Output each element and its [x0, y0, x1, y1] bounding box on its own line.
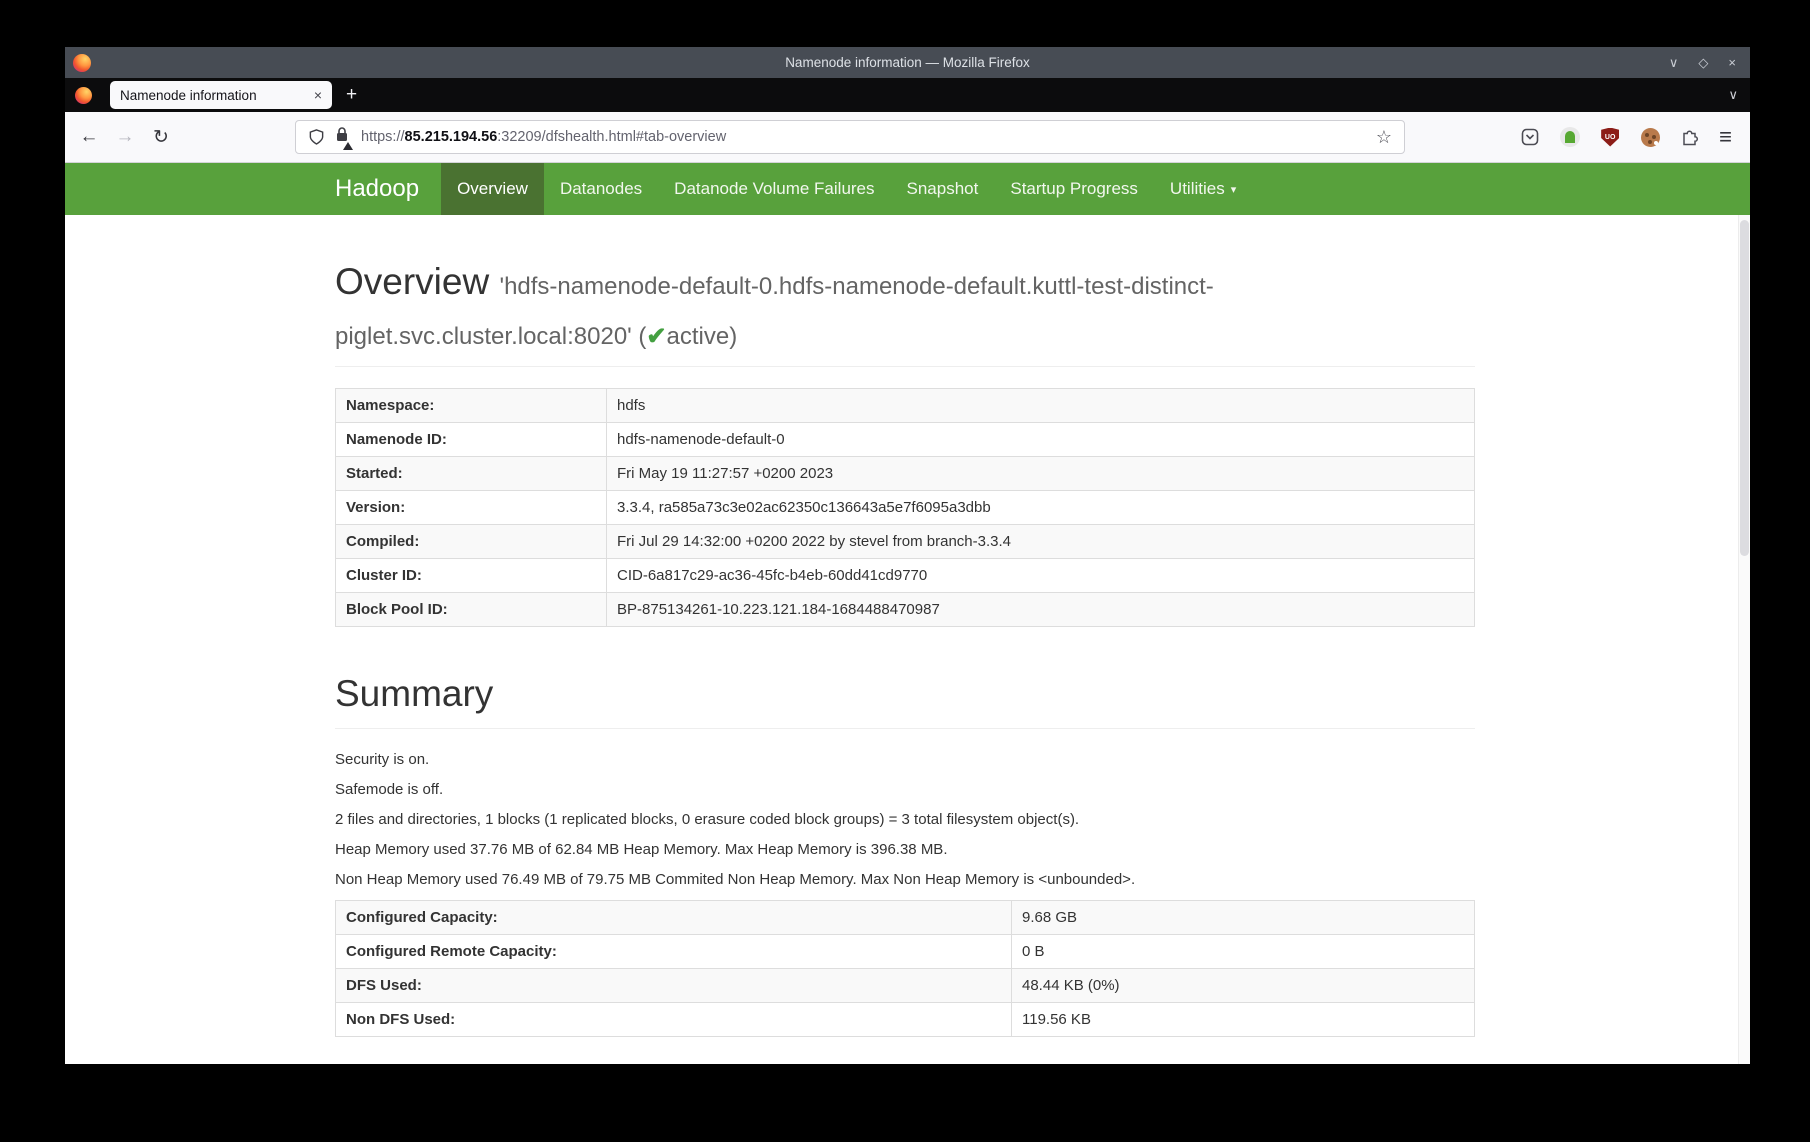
cluster-info-table: Namespace:hdfs Namenode ID:hdfs-namenode…	[335, 388, 1475, 627]
capacity-table: Configured Capacity:9.68 GB Configured R…	[335, 900, 1475, 1037]
row-value: hdfs-namenode-default-0	[607, 422, 1475, 456]
row-label: Started:	[336, 456, 607, 490]
summary-heap-line: Heap Memory used 37.76 MB of 62.84 MB He…	[335, 840, 1475, 860]
nav-tab-snapshot[interactable]: Snapshot	[891, 163, 995, 215]
tab-close-icon[interactable]: ×	[314, 87, 322, 103]
url-host: 85.215.194.56	[405, 129, 498, 145]
page-title-summary: Summary	[335, 669, 1475, 719]
active-check-icon: ✔	[646, 323, 666, 350]
row-label: Namespace:	[336, 388, 607, 422]
row-label: DFS Used:	[336, 968, 1012, 1002]
page-scrollbar[interactable]	[1738, 215, 1750, 1064]
nav-tab-datanode-volume-failures[interactable]: Datanode Volume Failures	[658, 163, 890, 215]
summary-header: Summary	[335, 669, 1475, 729]
overview-title-text: Overview	[335, 261, 489, 302]
tab-title: Namenode information	[120, 88, 257, 103]
row-value: 119.56 KB	[1012, 1002, 1475, 1036]
table-row: Namenode ID:hdfs-namenode-default-0	[336, 422, 1475, 456]
nav-tab-datanodes[interactable]: Datanodes	[544, 163, 658, 215]
cookie-extension-icon[interactable]	[1639, 126, 1661, 148]
table-row: Compiled:Fri Jul 29 14:32:00 +0200 2022 …	[336, 524, 1475, 558]
status-badge: active	[667, 323, 730, 350]
page-content: Overview 'hdfs-namenode-default-0.hdfs-n…	[65, 215, 1750, 1064]
summary-security-line: Security is on.	[335, 750, 1475, 770]
url-text: https://85.215.194.56:32209/dfshealth.ht…	[361, 129, 726, 145]
nav-tab-startup-progress[interactable]: Startup Progress	[994, 163, 1154, 215]
table-row: Namespace:hdfs	[336, 388, 1475, 422]
scrollbar-thumb[interactable]	[1740, 220, 1749, 556]
firefox-view-button[interactable]	[71, 87, 95, 104]
row-value: 0 B	[1012, 934, 1475, 968]
new-tab-button[interactable]: +	[346, 84, 357, 106]
back-button[interactable]: ←	[73, 126, 105, 149]
row-value: Fri May 19 11:27:57 +0200 2023	[607, 456, 1475, 490]
window-titlebar: Namenode information — Mozilla Firefox ∨…	[65, 47, 1750, 78]
row-label: Configured Remote Capacity:	[336, 934, 1012, 968]
connection-lock-icon[interactable]	[335, 126, 349, 148]
window-minimize-button[interactable]: ∨	[1669, 55, 1679, 71]
row-value: 9.68 GB	[1012, 900, 1475, 934]
summary-files-line: 2 files and directories, 1 blocks (1 rep…	[335, 810, 1475, 830]
row-label: Non DFS Used:	[336, 1002, 1012, 1036]
chevron-down-icon: ▾	[1231, 183, 1237, 196]
navbar-brand-hadoop[interactable]: Hadoop	[335, 163, 441, 215]
summary-safemode-line: Safemode is off.	[335, 780, 1475, 800]
lock-warning-icon	[343, 142, 353, 150]
table-row: Block Pool ID:BP-875134261-10.223.121.18…	[336, 592, 1475, 626]
bookmark-star-icon[interactable]: ☆	[1376, 127, 1392, 148]
row-label: Configured Capacity:	[336, 900, 1012, 934]
table-row: Version:3.3.4, ra585a73c3e02ac62350c1366…	[336, 490, 1475, 524]
tab-strip: Namenode information × + ∨	[65, 78, 1750, 112]
url-scheme: https://	[361, 129, 405, 145]
ghostery-extension-icon[interactable]	[1559, 126, 1581, 148]
list-all-tabs-button[interactable]: ∨	[1728, 87, 1738, 103]
firefox-view-icon	[75, 87, 92, 104]
forward-button: →	[109, 126, 141, 149]
row-label: Cluster ID:	[336, 558, 607, 592]
summary-nonheap-line: Non Heap Memory used 76.49 MB of 79.75 M…	[335, 870, 1475, 890]
reload-button[interactable]: ↻	[145, 126, 177, 149]
row-value: Fri Jul 29 14:32:00 +0200 2022 by stevel…	[607, 524, 1475, 558]
firefox-logo-icon	[73, 54, 91, 72]
nav-tab-overview[interactable]: Overview	[441, 163, 544, 215]
row-label: Version:	[336, 490, 607, 524]
page-title-overview: Overview 'hdfs-namenode-default-0.hdfs-n…	[335, 257, 1475, 357]
pocket-save-icon[interactable]	[1519, 126, 1541, 148]
menu-hamburger-icon[interactable]: ≡	[1719, 124, 1732, 150]
url-path: :32209/dfshealth.html#tab-overview	[497, 129, 726, 145]
window-close-button[interactable]: ×	[1728, 55, 1736, 70]
window-maximize-button[interactable]: ◇	[1698, 55, 1708, 71]
row-value: 48.44 KB (0%)	[1012, 968, 1475, 1002]
table-row: DFS Used:48.44 KB (0%)	[336, 968, 1475, 1002]
nav-tab-utilities-label: Utilities	[1170, 179, 1225, 199]
row-value: hdfs	[607, 388, 1475, 422]
tab-namenode-information[interactable]: Namenode information ×	[110, 81, 332, 109]
row-value: 3.3.4, ra585a73c3e02ac62350c136643a5e7f6…	[607, 490, 1475, 524]
table-row: Configured Remote Capacity:0 B	[336, 934, 1475, 968]
hadoop-navbar: Hadoop Overview Datanodes Datanode Volum…	[65, 163, 1750, 215]
row-label: Compiled:	[336, 524, 607, 558]
table-row: Configured Capacity:9.68 GB	[336, 900, 1475, 934]
row-value: CID-6a817c29-ac36-45fc-b4eb-60dd41cd9770	[607, 558, 1475, 592]
table-row: Started:Fri May 19 11:27:57 +0200 2023	[336, 456, 1475, 490]
tracking-protection-shield-icon[interactable]	[308, 128, 325, 146]
ublock-extension-icon[interactable]: UO	[1599, 126, 1621, 148]
overview-header: Overview 'hdfs-namenode-default-0.hdfs-n…	[335, 257, 1475, 367]
table-row: Non DFS Used:119.56 KB	[336, 1002, 1475, 1036]
row-label: Namenode ID:	[336, 422, 607, 456]
row-value: BP-875134261-10.223.121.184-168448847098…	[607, 592, 1475, 626]
table-row: Cluster ID:CID-6a817c29-ac36-45fc-b4eb-6…	[336, 558, 1475, 592]
window-title: Namenode information — Mozilla Firefox	[65, 55, 1750, 70]
extensions-puzzle-icon[interactable]	[1679, 126, 1701, 148]
nav-tab-utilities[interactable]: Utilities ▾	[1154, 163, 1252, 215]
row-label: Block Pool ID:	[336, 592, 607, 626]
url-bar[interactable]: https://85.215.194.56:32209/dfshealth.ht…	[295, 120, 1405, 154]
browser-window: Namenode information — Mozilla Firefox ∨…	[65, 47, 1750, 1064]
browser-toolbar: ← → ↻ https://85.215.194.56:32209/dfshea…	[65, 112, 1750, 163]
